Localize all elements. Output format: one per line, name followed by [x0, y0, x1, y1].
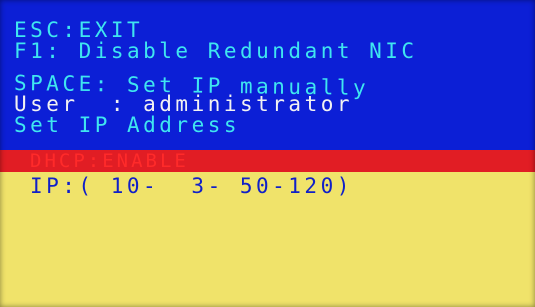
ip-settings-panel: DHCP:ENABLE IP:( 10- 3- 50-120): [0, 150, 535, 307]
dhcp-status-label: DHCP:ENABLE: [30, 150, 189, 172]
dhcp-status-bar[interactable]: DHCP:ENABLE: [0, 150, 535, 172]
bios-nic-config-screen: ESC:EXIT F1: Disable Redundant NIC SPACE…: [0, 0, 535, 307]
user-line: User : administrator: [14, 92, 354, 116]
f1-disable-redundant-nic-hint[interactable]: F1: Disable Redundant NIC: [14, 40, 418, 62]
set-ip-address-title: Set IP Address: [14, 113, 241, 137]
esc-exit-hint[interactable]: ESC:EXIT: [14, 19, 143, 41]
ip-address-field[interactable]: IP:( 10- 3- 50-120): [30, 174, 353, 198]
